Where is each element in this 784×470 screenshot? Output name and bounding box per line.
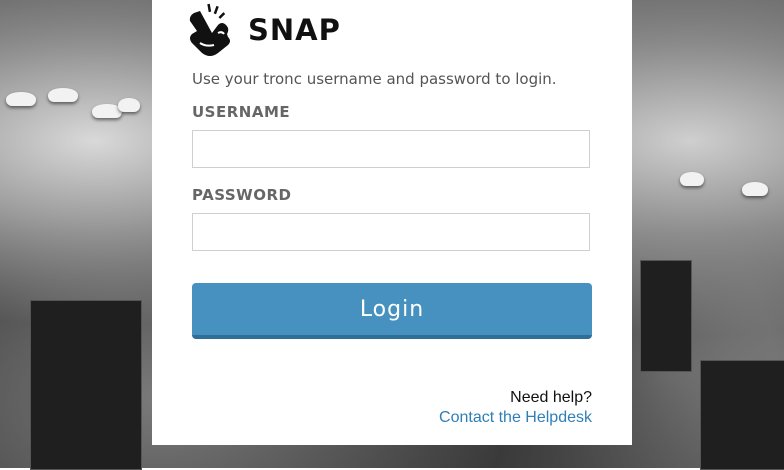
brand-name: SNAP <box>248 13 341 47</box>
password-input[interactable] <box>192 213 590 251</box>
desk <box>640 260 692 372</box>
username-input[interactable] <box>192 130 590 168</box>
login-panel: SNAP Use your tronc username and passwor… <box>152 0 632 445</box>
password-label: PASSWORD <box>192 186 292 204</box>
desk <box>30 300 142 470</box>
desk <box>700 360 784 470</box>
snapping-hand-icon <box>189 3 230 56</box>
lamp-shade <box>742 182 768 196</box>
help-section: Need help? Contact the Helpdesk <box>439 388 592 428</box>
lamp-shade <box>6 92 36 106</box>
login-instructions: Use your tronc username and password to … <box>192 70 557 88</box>
lamp-shade <box>680 172 704 186</box>
help-question: Need help? <box>510 389 592 406</box>
lamp-shade <box>48 88 78 102</box>
login-button[interactable]: Login <box>192 283 592 339</box>
username-label: USERNAME <box>192 103 291 121</box>
lamp-shade <box>118 98 140 112</box>
helpdesk-link[interactable]: Contact the Helpdesk <box>439 408 592 428</box>
brand-logo: SNAP <box>188 2 341 58</box>
